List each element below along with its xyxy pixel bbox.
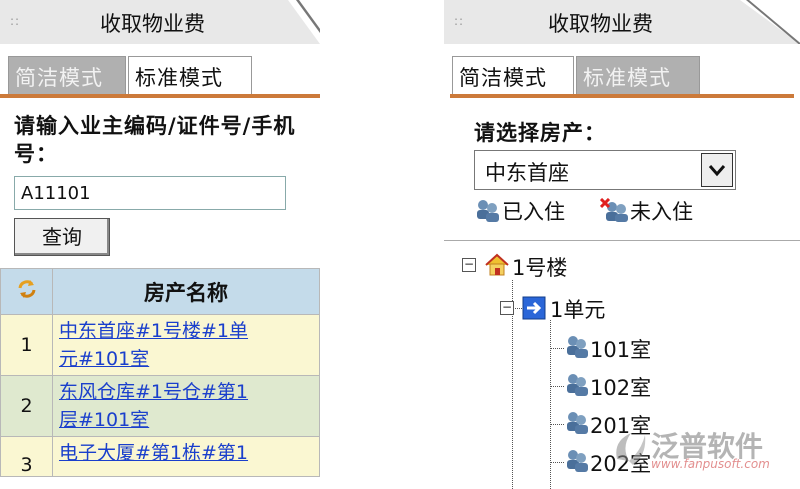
selected-property-value: 中东首座 (485, 161, 569, 185)
room-label: 102室 (590, 376, 652, 400)
occupied-people-icon (474, 198, 502, 229)
tab-underline (0, 94, 320, 98)
room-label: 201室 (590, 414, 652, 438)
panel-title: 收取物业费 (548, 12, 653, 36)
property-name-header: 房产名称 (52, 268, 320, 315)
house-icon (484, 252, 510, 283)
table-header-row: 房产名称 (0, 268, 320, 315)
tree-connector (550, 424, 564, 425)
chevron-down-icon[interactable] (701, 153, 733, 187)
select-property-label: 请选择房产： (474, 121, 606, 145)
property-name-cell: 电子大厦#第1栋#第1 (52, 436, 320, 477)
refresh-icon[interactable] (16, 278, 38, 300)
room-label: 202室 (590, 452, 652, 476)
building-label: 1号楼 (512, 256, 568, 280)
room-people-icon (564, 334, 590, 365)
tree-connector (550, 386, 564, 387)
row-index: 1 (0, 314, 53, 376)
panel-title: 收取物业费 (100, 12, 205, 36)
room-people-icon (564, 410, 590, 441)
panel-header: :: 收取物业费 (0, 0, 320, 44)
property-tree: − 1号楼 − 1单元 101室 102室 201室 202室 (444, 244, 800, 489)
collapse-toggle-icon[interactable]: − (462, 258, 476, 272)
property-link[interactable]: 中东首座#1号楼#1单 元#101室 (59, 320, 248, 370)
collapse-toggle-icon[interactable]: − (500, 301, 514, 315)
room-people-icon (564, 372, 590, 403)
tab-standard-mode[interactable]: 标准模式 (576, 56, 700, 94)
legend-occupied: 已入住 (474, 196, 565, 229)
tab-simple-mode[interactable]: 简洁模式 (452, 56, 574, 94)
table-row[interactable]: 3 电子大厦#第1栋#第1 (0, 436, 320, 477)
tab-standard-mode[interactable]: 标准模式 (128, 56, 252, 94)
table-row[interactable]: 1 中东首座#1号楼#1单 元#101室 (0, 314, 320, 376)
owner-search-input[interactable] (14, 176, 286, 210)
tree-connector (550, 462, 564, 463)
arrow-right-icon (522, 296, 546, 325)
tree-connector (550, 320, 551, 489)
refresh-column-header[interactable] (0, 268, 53, 315)
tab-underline (450, 94, 794, 98)
tab-simple-mode[interactable]: 简洁模式 (8, 56, 126, 94)
search-prompt: 请输入业主编码/证件号/手机号： (14, 114, 296, 166)
row-index: 3 (0, 436, 53, 477)
left-panel: :: 收取物业费 简洁模式 标准模式 请输入业主编码/证件号/手机号： 查询 房… (0, 0, 320, 489)
property-link[interactable]: 东风仓库#1号仓#第1 层#101室 (59, 381, 248, 431)
property-link[interactable]: 电子大厦#第1栋#第1 (59, 442, 248, 464)
drag-grip-icon[interactable]: :: (454, 14, 464, 28)
row-index: 2 (0, 375, 53, 437)
property-name-cell: 中东首座#1号楼#1单 元#101室 (52, 314, 320, 376)
legend-vacant: 未入住 (599, 196, 693, 229)
table-row[interactable]: 2 东风仓库#1号仓#第1 层#101室 (0, 375, 320, 437)
room-label: 101室 (590, 338, 652, 362)
right-panel: :: 收取物业费 简洁模式 标准模式 请选择房产： 中东首座 已入住 未入住 −… (444, 0, 800, 489)
drag-grip-icon[interactable]: :: (10, 14, 20, 28)
query-button[interactable]: 查询 (14, 218, 110, 256)
property-table: 房产名称 1 中东首座#1号楼#1单 元#101室 2 东风仓库#1号仓#第1 层#… (0, 268, 320, 477)
panel-header: :: 收取物业费 (444, 0, 800, 44)
room-people-icon (564, 448, 590, 479)
divider (444, 240, 800, 241)
property-name-cell: 东风仓库#1号仓#第1 层#101室 (52, 375, 320, 437)
tree-connector (550, 348, 564, 349)
unit-label: 1单元 (550, 298, 606, 322)
property-select[interactable]: 中东首座 (474, 150, 736, 190)
vacant-people-icon (599, 197, 630, 229)
